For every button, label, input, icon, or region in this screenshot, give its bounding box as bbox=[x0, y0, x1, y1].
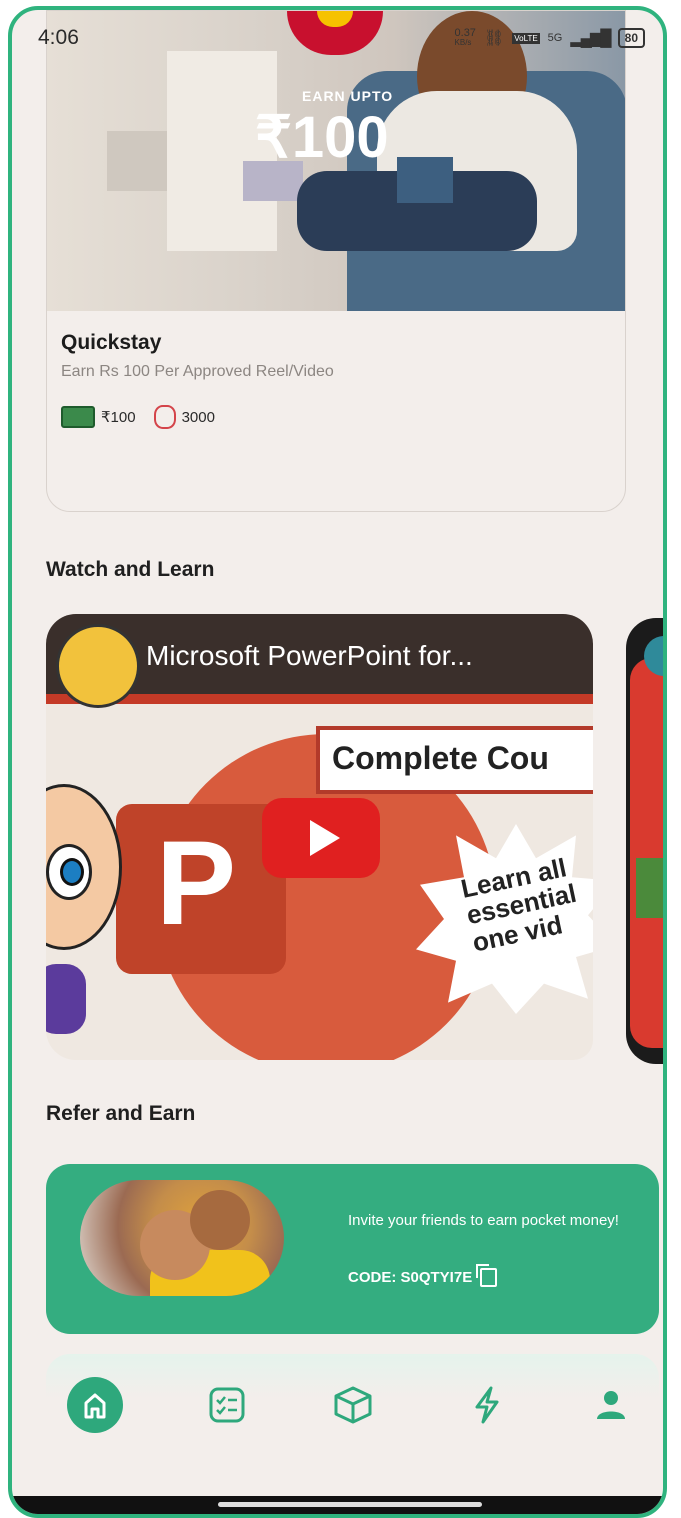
ppt-letter: P bbox=[156, 816, 237, 950]
reward-amount: ₹100 bbox=[101, 409, 136, 426]
video-card-next[interactable] bbox=[626, 618, 663, 1064]
home-indicator bbox=[12, 1496, 663, 1514]
reward-row: ₹100 3000 bbox=[61, 405, 215, 429]
lightning-icon bbox=[475, 1386, 499, 1424]
coin-amount: 3000 bbox=[181, 408, 215, 426]
box-icon bbox=[334, 1386, 372, 1424]
referral-code[interactable]: CODE: S0QTYI7E bbox=[348, 1264, 498, 1287]
battery-icon: 80 bbox=[617, 28, 645, 48]
video-title: Microsoft PowerPoint for... bbox=[146, 640, 473, 671]
signal-label: 5G bbox=[547, 32, 563, 44]
cash-icon bbox=[61, 406, 95, 428]
nav-tasks[interactable] bbox=[196, 1374, 258, 1436]
tasks-icon bbox=[209, 1387, 245, 1423]
nav-lightning[interactable] bbox=[456, 1374, 518, 1436]
channel-avatar[interactable] bbox=[56, 624, 140, 708]
home-icon bbox=[67, 1377, 123, 1433]
net-speed-unit: KB/s bbox=[454, 38, 472, 47]
watch-learn-title: Watch and Learn bbox=[46, 558, 215, 581]
link-icon: ⛓ bbox=[483, 30, 505, 47]
refer-photo bbox=[80, 1180, 284, 1296]
refer-message: Invite your friends to earn pocket money… bbox=[348, 1212, 619, 1229]
nav-home[interactable] bbox=[64, 1374, 126, 1436]
copy-icon[interactable] bbox=[476, 1264, 498, 1287]
profile-icon bbox=[597, 1391, 625, 1419]
net-speed: 0.37 KB/s bbox=[455, 28, 476, 48]
video-card-powerpoint[interactable]: Microsoft PowerPoint for... P Complete C… bbox=[46, 614, 593, 1060]
status-icons: 0.37 KB/s ⛓ VoLTE 5G ▂▄▆█ 80 bbox=[455, 28, 645, 48]
referral-code-text: CODE: S0QTYI7E bbox=[348, 1269, 473, 1286]
status-bar: 4:06 0.37 KB/s ⛓ VoLTE 5G ▂▄▆█ 80 bbox=[12, 10, 663, 54]
quickstay-card[interactable]: EARN UPTO ₹100 Quickstay Earn Rs 100 Per… bbox=[46, 10, 626, 512]
next-thumbnail bbox=[630, 658, 663, 1048]
complete-course-banner: Complete Cou bbox=[316, 726, 593, 794]
nav-box[interactable] bbox=[322, 1374, 384, 1436]
quickstay-banner-image: EARN UPTO ₹100 bbox=[47, 11, 625, 311]
signal-icon: ▂▄▆█ bbox=[570, 30, 611, 47]
phone-screen: 4:06 0.37 KB/s ⛓ VoLTE 5G ▂▄▆█ 80 EARN U… bbox=[8, 6, 667, 1518]
volte-icon: VoLTE bbox=[512, 32, 540, 44]
next-thumbnail-detail bbox=[636, 858, 663, 918]
cartoon-pupil bbox=[60, 858, 84, 886]
refer-earn-title: Refer and Earn bbox=[46, 1102, 196, 1125]
card-title: Quickstay bbox=[61, 331, 162, 354]
status-time: 4:06 bbox=[38, 26, 79, 49]
refer-card[interactable]: Invite your friends to earn pocket money… bbox=[46, 1164, 659, 1334]
earn-amount: ₹100 bbox=[255, 105, 389, 170]
earn-upto-label: EARN UPTO bbox=[302, 88, 394, 104]
coins-icon bbox=[153, 405, 176, 429]
card-subtitle: Earn Rs 100 Per Approved Reel/Video bbox=[61, 363, 334, 380]
bottom-nav bbox=[46, 1354, 659, 1464]
banner-text: Complete Cou bbox=[332, 740, 549, 776]
cartoon-hand bbox=[46, 964, 86, 1034]
nav-profile[interactable] bbox=[580, 1374, 642, 1436]
net-speed-value: 0.37 bbox=[454, 27, 476, 39]
play-icon[interactable] bbox=[262, 798, 380, 878]
